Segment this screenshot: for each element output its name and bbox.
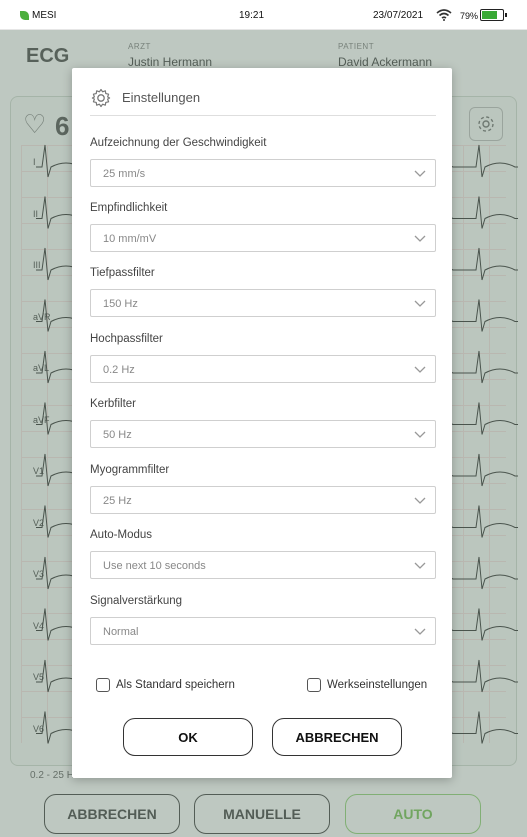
chevron-down-icon — [414, 431, 426, 438]
speed-select[interactable]: 25 mm/s — [90, 159, 436, 187]
highpass-select[interactable]: 0.2 Hz — [90, 355, 436, 383]
save-default-label: Als Standard speichern — [116, 679, 235, 691]
chevron-down-icon — [414, 562, 426, 569]
mesi-logo-icon — [20, 11, 29, 20]
battery-fill — [482, 11, 497, 19]
speed-label: Aufzeichnung der Geschwindigkeit — [90, 137, 267, 149]
carrier-label: MESI — [32, 10, 57, 21]
settings-dialog: Einstellungen Aufzeichnung der Geschwind… — [72, 68, 452, 778]
lowpass-select[interactable]: 150 Hz — [90, 289, 436, 317]
carrier: MESI — [20, 10, 56, 21]
gain-label: Signalverstärkung — [90, 595, 183, 607]
factory-settings-option[interactable]: Werkseinstellungen — [307, 678, 427, 692]
chevron-down-icon — [414, 366, 426, 373]
ok-button[interactable]: OK — [123, 718, 253, 756]
gain-select[interactable]: Normal — [90, 617, 436, 645]
highpass-label: Hochpassfilter — [90, 333, 163, 345]
dialog-cancel-button[interactable]: ABBRECHEN — [272, 718, 402, 756]
dialog-title: Einstellungen — [122, 90, 201, 105]
chevron-down-icon — [414, 235, 426, 242]
sensitivity-label: Empfindlichkeit — [90, 202, 168, 214]
clock: 19:21 — [239, 10, 265, 21]
notch-label: Kerbfilter — [90, 398, 137, 410]
myogram-label: Myogrammfilter — [90, 464, 170, 476]
battery-icon — [480, 9, 507, 21]
auto-mode-label: Auto-Modus — [90, 529, 153, 541]
wifi-icon — [436, 9, 452, 24]
factory-settings-checkbox[interactable] — [307, 678, 321, 692]
speed-value: 25 mm/s — [103, 168, 146, 180]
lowpass-value: 150 Hz — [103, 298, 138, 310]
notch-select[interactable]: 50 Hz — [90, 420, 436, 448]
chevron-down-icon — [414, 300, 426, 307]
sensitivity-value: 10 mm/mV — [103, 233, 157, 245]
date: 23/07/2021 — [373, 10, 424, 21]
dialog-header: Einstellungen — [90, 80, 436, 116]
gear-icon — [91, 88, 111, 107]
notch-value: 50 Hz — [103, 429, 132, 441]
highpass-value: 0.2 Hz — [103, 364, 135, 376]
chevron-down-icon — [414, 497, 426, 504]
auto-mode-select[interactable]: Use next 10 seconds — [90, 551, 436, 579]
lowpass-label: Tiefpassfilter — [90, 267, 155, 279]
save-default-option[interactable]: Als Standard speichern — [96, 678, 235, 692]
myogram-value: 25 Hz — [103, 495, 132, 507]
factory-settings-label: Werkseinstellungen — [327, 679, 428, 691]
status-bar: MESI 19:21 23/07/2021 79% — [0, 0, 527, 30]
chevron-down-icon — [414, 170, 426, 177]
battery-percent: 79% — [460, 11, 479, 21]
auto-mode-value: Use next 10 seconds — [103, 560, 206, 572]
gain-value: Normal — [103, 626, 139, 638]
save-default-checkbox[interactable] — [96, 678, 110, 692]
sensitivity-select[interactable]: 10 mm/mV — [90, 224, 436, 252]
chevron-down-icon — [414, 628, 426, 635]
myogram-select[interactable]: 25 Hz — [90, 486, 436, 514]
